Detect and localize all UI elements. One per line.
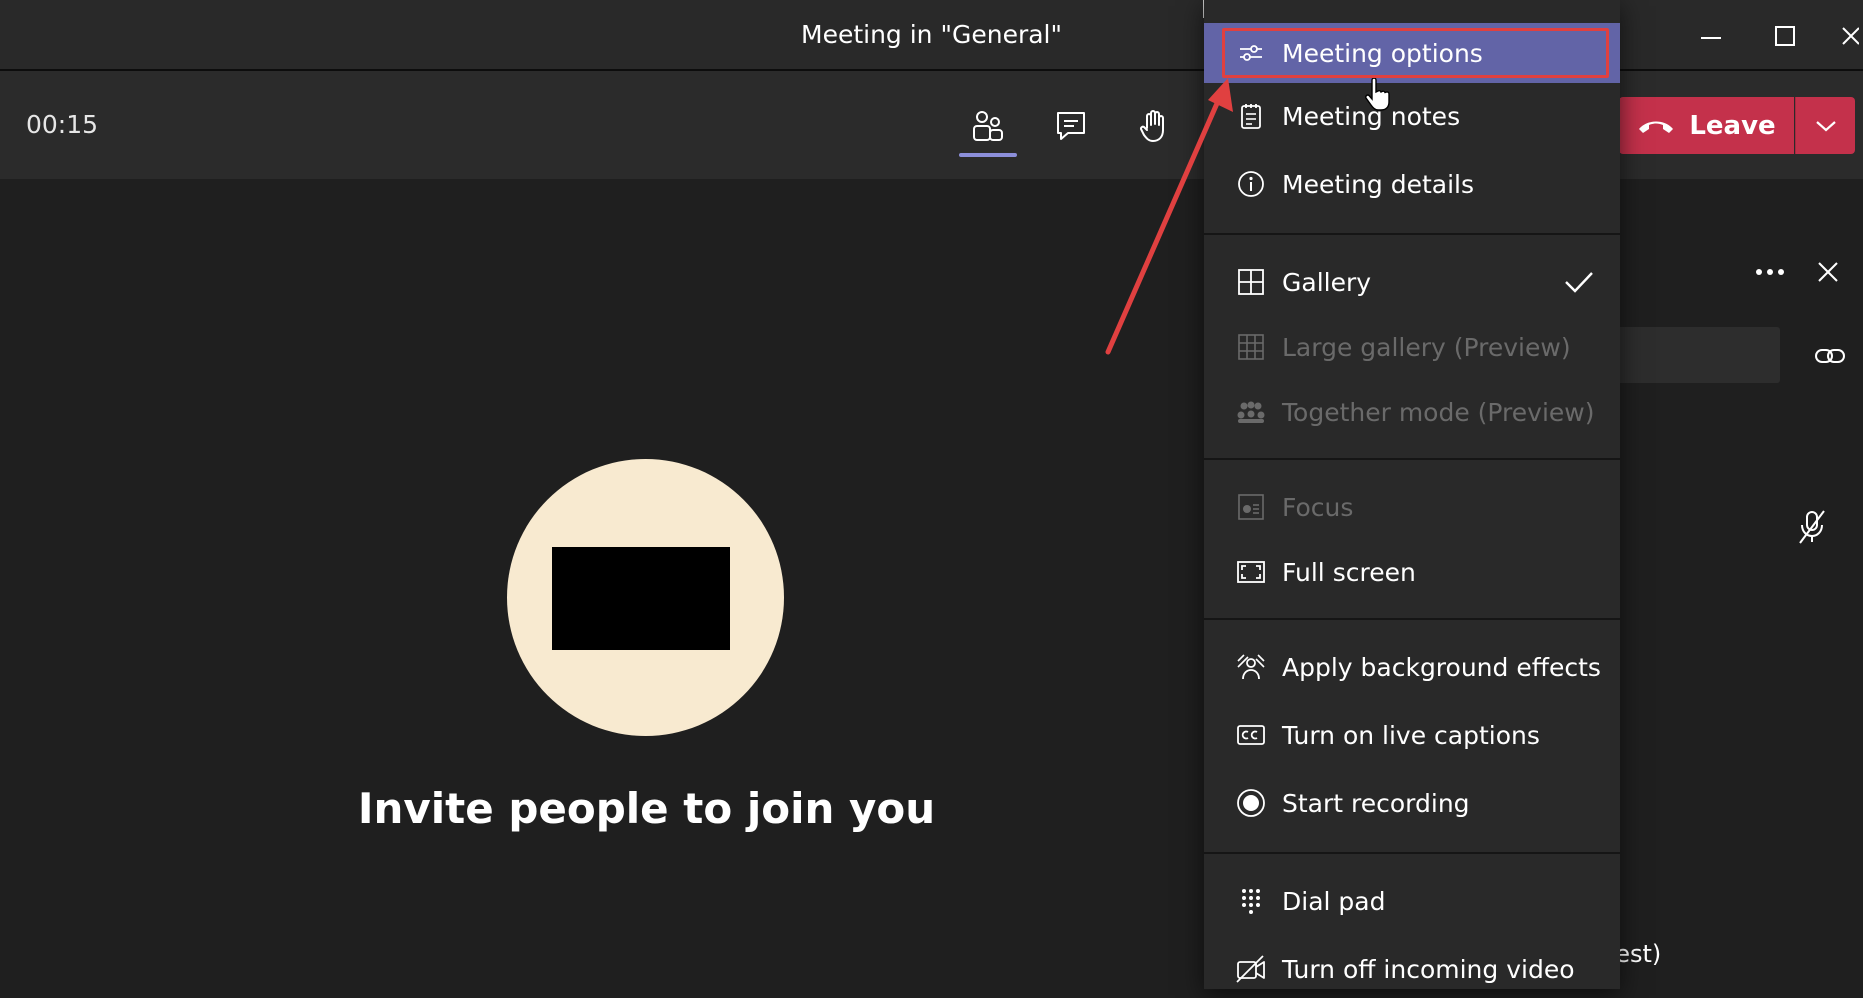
menu-item-together-mode: Together mode (Preview) xyxy=(1204,383,1620,441)
menu-item-label: Together mode (Preview) xyxy=(1282,397,1595,427)
mic-off-icon xyxy=(1799,510,1825,544)
leave-dropdown-button[interactable] xyxy=(1795,97,1855,154)
meeting-timer: 00:15 xyxy=(26,110,99,139)
menu-item-label: Apply background effects xyxy=(1282,652,1601,682)
menu-item-label: Full screen xyxy=(1282,557,1416,587)
menu-separator xyxy=(1204,233,1620,235)
minimize-button[interactable] xyxy=(1686,18,1736,54)
menu-item-label: Turn off incoming video xyxy=(1282,954,1575,984)
maximize-icon xyxy=(1775,26,1795,46)
more-options-icon xyxy=(1756,269,1784,275)
captions-icon xyxy=(1234,718,1268,752)
hang-up-icon xyxy=(1639,121,1674,133)
menu-item-label: Turn on live captions xyxy=(1282,720,1540,750)
dialpad-icon xyxy=(1234,884,1268,918)
hand-cursor-icon xyxy=(1365,78,1390,111)
video-off-icon xyxy=(1234,952,1268,986)
menu-item-dial-pad[interactable]: Dial pad xyxy=(1204,872,1620,930)
menu-item-live-captions[interactable]: Turn on live captions xyxy=(1204,706,1620,764)
menu-item-meeting-notes[interactable]: Meeting notes xyxy=(1204,87,1620,145)
annotation-highlight-box xyxy=(1222,28,1609,78)
focus-icon xyxy=(1234,490,1268,524)
participants-button[interactable] xyxy=(960,98,1016,154)
menu-separator xyxy=(1204,458,1620,460)
menu-item-large-gallery: Large gallery (Preview) xyxy=(1204,318,1620,376)
close-window-button[interactable] xyxy=(1830,18,1863,54)
checkmark-icon xyxy=(1564,270,1594,294)
avatar-redaction xyxy=(552,547,730,650)
menu-item-label: Gallery xyxy=(1282,267,1372,297)
leave-button[interactable]: Leave xyxy=(1619,97,1794,154)
menu-item-focus: Focus xyxy=(1204,478,1620,536)
annotation-arrow xyxy=(1105,78,1233,355)
menu-separator xyxy=(1204,618,1620,620)
maximize-button[interactable] xyxy=(1760,18,1810,54)
participants-active-indicator xyxy=(959,153,1017,157)
participants-icon xyxy=(973,111,1003,141)
menu-item-label: Large gallery (Preview) xyxy=(1282,332,1571,362)
minimize-icon xyxy=(1701,37,1721,39)
menu-item-full-screen[interactable]: Full screen xyxy=(1204,543,1620,601)
side-panel-more-button[interactable] xyxy=(1750,252,1790,292)
menu-item-label: Meeting details xyxy=(1282,169,1475,199)
menu-item-background-effects[interactable]: Apply background effects xyxy=(1204,638,1620,696)
menu-item-turn-off-incoming-video[interactable]: Turn off incoming video xyxy=(1204,940,1620,998)
leave-label: Leave xyxy=(1689,110,1776,141)
menu-separator xyxy=(1204,852,1620,854)
menu-item-label: Focus xyxy=(1282,492,1354,522)
close-icon xyxy=(1818,262,1838,282)
menu-item-start-recording[interactable]: Start recording xyxy=(1204,774,1620,832)
chevron-down-icon xyxy=(1815,120,1836,131)
link-icon xyxy=(1815,349,1845,363)
side-panel-close-button[interactable] xyxy=(1808,252,1848,292)
record-icon xyxy=(1234,786,1268,820)
background-effects-icon xyxy=(1234,650,1268,684)
copy-link-button[interactable] xyxy=(1808,334,1852,378)
invite-heading: Invite people to join you xyxy=(357,784,936,833)
menu-item-label: Start recording xyxy=(1282,788,1470,818)
chat-icon xyxy=(1057,112,1085,140)
close-icon xyxy=(1841,27,1859,45)
fullscreen-icon xyxy=(1234,555,1268,589)
together-mode-icon xyxy=(1234,395,1268,429)
menu-item-gallery[interactable]: Gallery xyxy=(1204,253,1620,311)
menu-item-label: Dial pad xyxy=(1282,886,1386,916)
participant-muted-indicator xyxy=(1790,505,1834,549)
menu-item-meeting-details[interactable]: Meeting details xyxy=(1204,155,1620,213)
